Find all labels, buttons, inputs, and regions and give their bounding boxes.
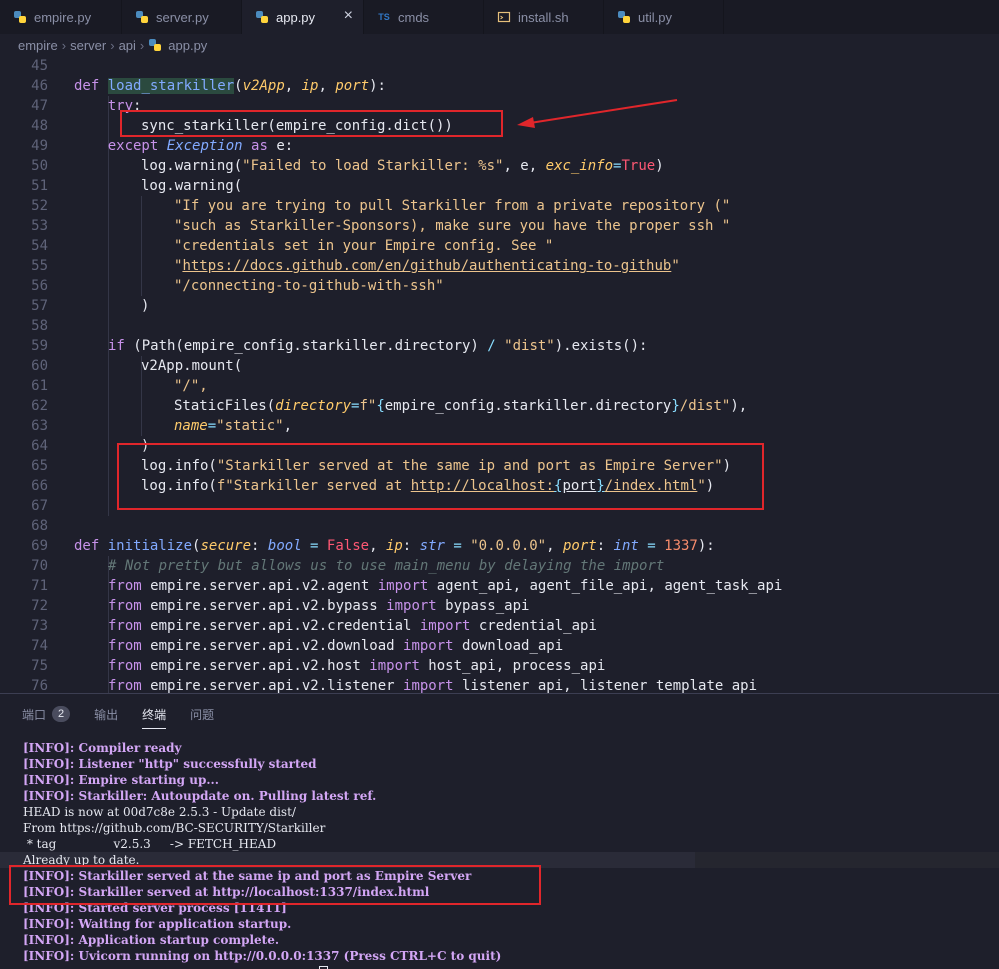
code-editor[interactable]: 45 46 def load_starkiller(v2App, ip, port… xyxy=(0,56,999,693)
python-icon xyxy=(12,9,28,25)
log-text: : Empire starting up... xyxy=(69,773,219,787)
terminal-line: HEAD is now at 00d7c8e 2.5.3 - Update di… xyxy=(23,805,296,819)
editor-tab-bar: empire.py server.py app.py × TS cmds ins… xyxy=(0,0,999,34)
tab-output[interactable]: 输出 xyxy=(94,706,118,723)
tab-label: server.py xyxy=(156,9,209,25)
log-text: : Compiler ready xyxy=(69,741,182,755)
tab-empire-py[interactable]: empire.py xyxy=(0,0,122,34)
terminal[interactable]: [INFO]: Compiler ready [INFO]: Listener … xyxy=(0,734,999,969)
terminal-rule: ────────────────────────────────────────… xyxy=(23,965,319,969)
log-tag: [INFO] xyxy=(23,949,70,963)
log-text: : Waiting for application startup. xyxy=(69,917,292,931)
breadcrumb-item[interactable]: empire xyxy=(18,38,58,53)
panel-tab-bar: 端口 2 输出 终端 问题 xyxy=(0,694,999,734)
chevron-right-icon: › xyxy=(139,37,145,53)
tab-terminal[interactable]: 终端 xyxy=(142,706,167,729)
close-icon[interactable]: × xyxy=(344,8,353,24)
tab-server-py[interactable]: server.py xyxy=(122,0,242,34)
tab-label: 终端 xyxy=(142,707,167,722)
terminal-line: [INFO]: Listener "http" successfully sta… xyxy=(23,756,317,772)
log-tag: [INFO] xyxy=(23,933,70,947)
log-text: : Listener "http" successfully started xyxy=(69,757,317,771)
log-text: : Uvicorn running on http://0.0.0.0:1337… xyxy=(69,949,502,963)
shell-icon xyxy=(496,9,512,25)
terminal-line: [INFO]: Application startup complete. xyxy=(23,932,279,948)
terminal-line: From https://github.com/BC-SECURITY/Star… xyxy=(23,821,326,835)
log-tag: [INFO] xyxy=(23,917,70,931)
tab-label: empire.py xyxy=(34,9,92,25)
log-tag: [INFO] xyxy=(23,773,70,787)
chevron-right-icon: › xyxy=(61,37,67,53)
terminal-line: [INFO]: Starkiller: Autoupdate on. Pulli… xyxy=(23,788,376,804)
tab-util-py[interactable]: util.py xyxy=(604,0,724,34)
tab-label: 问题 xyxy=(190,707,215,722)
tab-ports[interactable]: 端口 2 xyxy=(22,706,71,723)
python-icon xyxy=(254,9,270,25)
python-icon xyxy=(616,9,632,25)
breadcrumb-item[interactable]: app.py xyxy=(168,38,207,53)
terminal-line: [INFO]: Compiler ready xyxy=(23,740,182,756)
tab-label: install.sh xyxy=(518,9,569,25)
log-text: : Application startup complete. xyxy=(69,933,280,947)
terminal-line: [INFO]: Uvicorn running on http://0.0.0.… xyxy=(23,948,501,964)
python-icon xyxy=(134,9,150,25)
tab-label: cmds xyxy=(398,9,430,25)
count-badge: 2 xyxy=(52,706,71,722)
typescript-icon: TS xyxy=(378,12,390,22)
chevron-right-icon: › xyxy=(110,37,115,53)
tab-problems[interactable]: 问题 xyxy=(190,706,214,723)
terminal-cursor xyxy=(319,965,329,969)
python-icon xyxy=(148,37,164,53)
tab-install-sh[interactable]: install.sh xyxy=(484,0,604,34)
terminal-line: ────────────────────────────────────────… xyxy=(23,964,329,969)
annotation-arrow-icon xyxy=(517,99,678,128)
tab-label: util.py xyxy=(638,9,672,25)
selection-highlight xyxy=(695,852,999,868)
tab-cmds[interactable]: TS cmds xyxy=(364,0,484,34)
annotation-box xyxy=(9,865,541,905)
breadcrumb-item[interactable]: api xyxy=(119,38,136,53)
terminal-line: * tag v2.5.3 -> FETCH_HEAD xyxy=(23,837,277,851)
log-tag: [INFO] xyxy=(23,789,70,803)
log-tag: [INFO] xyxy=(23,741,70,755)
breadcrumb-item[interactable]: server xyxy=(70,38,106,53)
terminal-line: [INFO]: Empire starting up... xyxy=(23,772,219,788)
tab-label: app.py xyxy=(276,9,316,25)
log-tag: [INFO] xyxy=(23,757,70,771)
log-text: : Starkiller: Autoupdate on. Pulling lat… xyxy=(69,789,377,803)
terminal-line: [INFO]: Waiting for application startup. xyxy=(23,916,291,932)
tab-label: 端口 xyxy=(22,707,47,722)
breadcrumb: empire › server › api › app.py xyxy=(0,34,999,56)
tab-app-py[interactable]: app.py × xyxy=(242,0,364,34)
tab-label: 输出 xyxy=(94,707,119,722)
